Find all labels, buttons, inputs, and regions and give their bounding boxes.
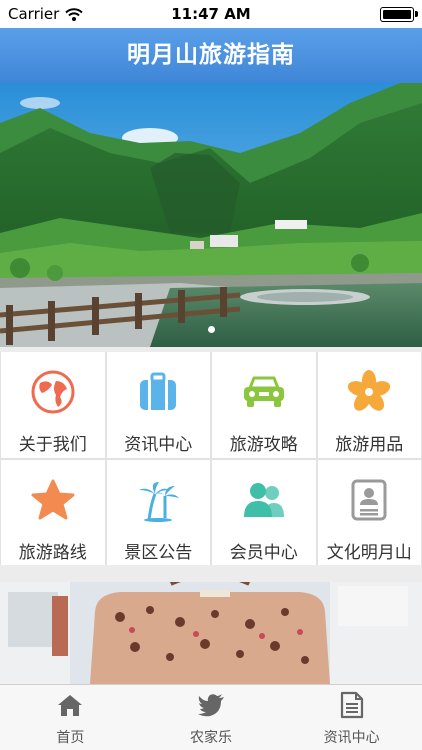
feature-grid: 关于我们 资讯中心 旅游攻略 旅游用品 旅游路线 景区公告 会员中心 文化明月山	[0, 352, 422, 565]
tab-home[interactable]: 首页	[0, 685, 141, 750]
grid-item-scenic-notices[interactable]: 景区公告	[106, 459, 210, 565]
star-icon	[29, 476, 77, 524]
carousel-pager[interactable]	[0, 326, 422, 333]
grid-label: 关于我们	[18, 435, 87, 455]
grid-label: 景区公告	[124, 542, 193, 563]
grid-label: 会员中心	[229, 542, 298, 563]
grid-item-news-center[interactable]: 资讯中心	[106, 352, 210, 458]
grid-label: 旅游路线	[18, 542, 87, 563]
tab-bar: 首页 农家乐 资讯中心	[0, 684, 422, 750]
id-card-icon	[345, 476, 393, 524]
car-icon	[240, 368, 288, 416]
tab-label: 资讯中心	[323, 730, 380, 746]
tab-news-center[interactable]: 资讯中心	[281, 685, 422, 750]
grid-item-travel-routes[interactable]: 旅游路线	[1, 459, 105, 565]
hero-banner[interactable]	[0, 83, 422, 347]
tab-label: 农家乐	[190, 730, 232, 746]
grid-label: 文化明月山	[326, 542, 412, 563]
hero-image	[0, 83, 422, 347]
bird-icon	[196, 691, 226, 719]
document-icon	[337, 691, 367, 719]
tab-label: 首页	[56, 730, 85, 746]
flower-icon	[345, 368, 393, 416]
tab-farmhouse[interactable]: 农家乐	[141, 685, 282, 750]
nav-bar: 明月山旅游指南	[0, 28, 422, 83]
battery-icon	[380, 7, 418, 22]
promo-image	[0, 582, 422, 684]
status-bar: Carrier 11:47 AM	[0, 0, 422, 28]
suitcase-icon	[134, 368, 182, 416]
people-icon	[240, 476, 288, 524]
promo-banner[interactable]	[0, 582, 422, 684]
globe-icon	[29, 368, 77, 416]
grid-item-member-center[interactable]: 会员中心	[212, 459, 316, 565]
grid-item-travel-goods[interactable]: 旅游用品	[317, 352, 421, 458]
clock: 11:47 AM	[171, 5, 251, 23]
grid-item-mingyue-culture[interactable]: 文化明月山	[317, 459, 421, 565]
home-icon	[55, 691, 85, 719]
grid-item-travel-guide[interactable]: 旅游攻略	[212, 352, 316, 458]
grid-label: 资讯中心	[124, 435, 193, 455]
page-title: 明月山旅游指南	[127, 42, 295, 68]
grid-label: 旅游用品	[335, 435, 404, 455]
grid-item-about-us[interactable]: 关于我们	[1, 352, 105, 458]
grid-label: 旅游攻略	[229, 435, 298, 455]
carousel-dot[interactable]	[207, 326, 215, 333]
palm-tree-icon	[134, 476, 182, 524]
